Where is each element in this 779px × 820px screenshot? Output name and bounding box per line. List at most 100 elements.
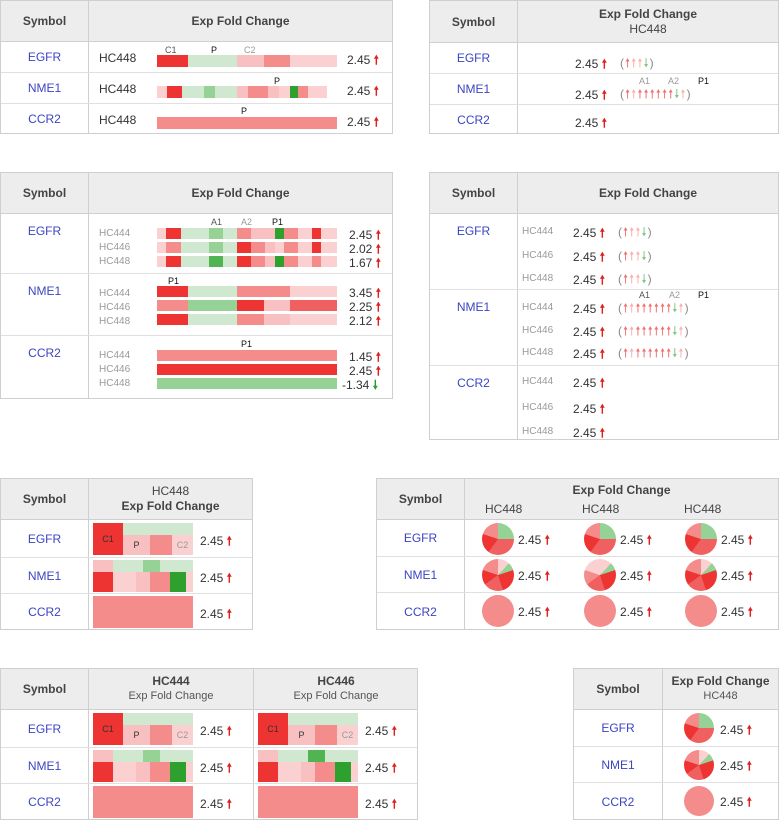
table-row: EGFR HC448 C1 P C2 2.45 🠕 [1, 42, 392, 73]
panel-pies-single: Symbol Exp Fold Change HC448 EGFR 2.45 🠕 … [573, 668, 779, 820]
gene-link[interactable]: CCR2 [430, 105, 518, 134]
marker-p: P [211, 45, 218, 55]
sample-header: HC446 Exp Fold Change [293, 674, 379, 702]
marker-p1: P1 [168, 276, 180, 286]
table-header: Symbol Exp Fold Change [430, 173, 778, 214]
marker-a2: A2 [241, 217, 253, 227]
symbol-header: Symbol [574, 669, 663, 709]
table-row: CCR2 HC448 P 2.45 🠕 [1, 104, 392, 134]
gene-link[interactable]: NME1 [1, 274, 89, 335]
gene-link[interactable]: NME1 [1, 558, 89, 593]
symbol-header: Symbol [1, 1, 89, 41]
gene-link[interactable]: NME1 [430, 290, 518, 365]
fold-value: 2.45 🠕 [573, 302, 605, 316]
sample-label: HC448 [99, 256, 131, 267]
marker-p1: P1 [272, 217, 284, 227]
fold-bar [157, 286, 337, 297]
table-row: EGFR 2.45 🠕 [574, 710, 778, 747]
marker-p: P [241, 106, 248, 116]
marker-p1: P1 [698, 76, 710, 86]
marker-p: P [274, 76, 281, 86]
fold-value: 2.45 🠕 [620, 605, 652, 619]
heat-box: C1 P C2 [93, 713, 193, 745]
table-header: Symbol Exp Fold Change HC448 [430, 1, 778, 43]
pie-chart [482, 523, 514, 555]
fold-value: 2.45 🠕 [573, 250, 605, 264]
fold-bar [157, 117, 337, 129]
fold-value: 2.45 🠕 [573, 226, 605, 240]
heat-box [93, 750, 193, 782]
gene-link[interactable]: EGFR [1, 520, 89, 557]
fold-value: 2.45 🠕 [518, 605, 550, 619]
arrow-series: (🠕🠕🠕🠗) [620, 56, 655, 70]
fold-bar [157, 55, 337, 67]
fold-bar [157, 256, 337, 267]
heat-box: C1 P C2 [258, 713, 358, 745]
gene-link[interactable]: CCR2 [1, 104, 89, 134]
table-row: NME1 P1 HC444 HC446 HC448 3.45 🠕 2.25 🠕 … [1, 274, 392, 336]
gene-link[interactable]: EGFR [1, 710, 89, 747]
exp-fold-header: Exp Fold Change [598, 185, 697, 200]
panel-arrows: Symbol Exp Fold Change HC448 EGFR 2.45 🠕 … [429, 0, 779, 134]
heat-box: C1 P C2 [93, 523, 193, 555]
marker-c2: C2 [337, 725, 358, 745]
fold-value: 2.45 🠕 [347, 84, 379, 98]
sample-label: HC444 [99, 288, 131, 299]
sample-label: HC446 [99, 242, 131, 253]
table-row: CCR2 2.45 🠕 [430, 105, 778, 134]
fold-value: 2.45 🠕 [200, 571, 232, 585]
gene-link[interactable]: EGFR [430, 214, 518, 289]
gene-link[interactable]: NME1 [574, 747, 663, 782]
gene-link[interactable]: EGFR [574, 710, 663, 746]
gene-link[interactable]: CCR2 [1, 336, 89, 399]
gene-link[interactable]: NME1 [430, 74, 518, 104]
marker-c1: C1 [93, 523, 123, 555]
marker-c2: C2 [172, 535, 193, 555]
fold-value: 2.45 🠕 [347, 115, 379, 129]
heat-box [93, 596, 193, 628]
exp-fold-header: HC448 Exp Fold Change [121, 484, 220, 513]
fold-value: 2.45 🠕 [200, 761, 232, 775]
symbol-header: Symbol [430, 1, 518, 42]
gene-link[interactable]: EGFR [377, 520, 465, 556]
panel-heat-boxes-multi: Symbol HC444 Exp Fold Change HC446 Exp Fol… [0, 668, 418, 820]
table-row: EGFR HC444 HC446 HC448 2.45 🠕 2.45 🠕 2.4… [430, 214, 778, 290]
marker-p1: P1 [241, 339, 253, 349]
table-row: EGFR 2.45 🠕 (🠕🠕🠕🠗) [430, 43, 778, 74]
fold-value: 2.45 🠕 [620, 533, 652, 547]
fold-value: -1.34 🠗 [342, 378, 378, 392]
sample-label: HC444 [522, 302, 554, 313]
exp-fold-header: Exp Fold Change HC448 [671, 674, 770, 702]
sample-label: HC448 [522, 273, 554, 284]
gene-link[interactable]: CCR2 [574, 783, 663, 820]
sample-label: HC448 [99, 316, 131, 327]
marker-c1: C1 [165, 45, 177, 55]
fold-value: 2.45 🠕 [573, 376, 605, 390]
table-header: Symbol HC444 Exp Fold Change HC446 Exp Fol… [1, 669, 417, 710]
marker-c1: C1 [93, 713, 123, 745]
fold-value: 2.45 🠕 [365, 724, 397, 738]
gene-link[interactable]: NME1 [377, 557, 465, 592]
table-header: Symbol Exp Fold Change HC448 HC448 HC448 [377, 479, 778, 520]
fold-bar [157, 364, 337, 375]
fold-value: 2.45 🠕 [518, 533, 550, 547]
arrow-series: (🠕🠕🠕🠗) [618, 249, 653, 263]
gene-link[interactable]: CCR2 [1, 594, 89, 630]
sample-label: HC444 [522, 376, 554, 387]
fold-value: 1.67 🠕 [349, 256, 381, 270]
gene-link[interactable]: CCR2 [1, 784, 89, 820]
sample-label: HC446 [522, 250, 554, 261]
marker-p: P [288, 725, 315, 745]
fold-value: 2.45 🠕 [720, 759, 752, 773]
gene-link[interactable]: EGFR [1, 42, 89, 72]
gene-link[interactable]: NME1 [1, 748, 89, 783]
gene-link[interactable]: CCR2 [430, 366, 518, 440]
fold-value: 2.45 🠕 [575, 88, 607, 102]
fold-value: 2.45 🠕 [573, 273, 605, 287]
table-row: CCR2 2.45 🠕 [1, 594, 252, 630]
gene-link[interactable]: EGFR [1, 214, 89, 273]
fold-value: 2.45 🠕 [573, 325, 605, 339]
gene-link[interactable]: EGFR [430, 43, 518, 73]
gene-link[interactable]: CCR2 [377, 593, 465, 630]
gene-link[interactable]: NME1 [1, 73, 89, 103]
